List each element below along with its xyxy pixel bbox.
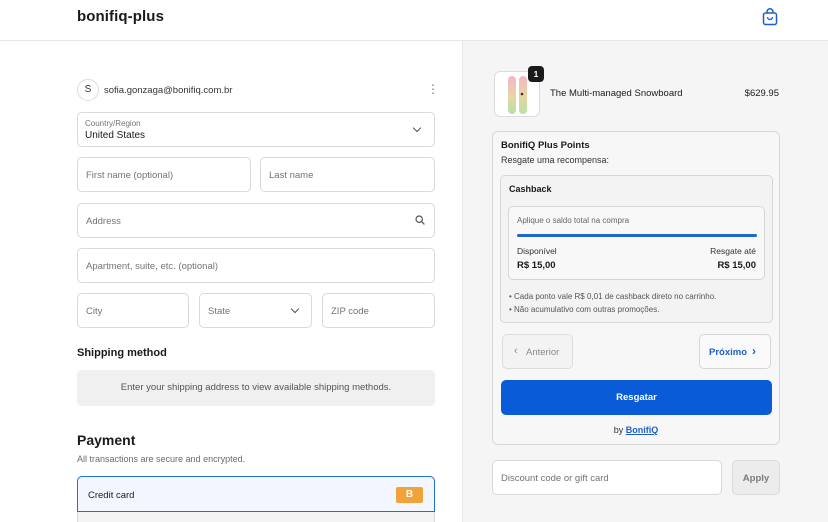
- state-select[interactable]: State: [199, 293, 312, 328]
- cashback-hint: Aplique o saldo total na compra: [517, 216, 630, 225]
- chevron-down-icon: [412, 123, 422, 133]
- country-value: United States: [85, 130, 146, 141]
- cashback-progress[interactable]: [517, 234, 757, 237]
- next-button[interactable]: Próximo ›: [699, 334, 771, 369]
- cashback-card: Cashback Aplique o saldo total na compra…: [500, 175, 773, 323]
- apartment-field[interactable]: Apartment, suite, etc. (optional): [77, 248, 435, 283]
- max-redeem-value: R$ 15,00: [717, 260, 756, 271]
- next-label: Próximo: [709, 347, 748, 358]
- shopping-bag-icon[interactable]: [762, 8, 778, 26]
- first-name-field[interactable]: First name (optional): [77, 157, 251, 192]
- points-subtitle: Resgate uma recompensa:: [501, 155, 610, 165]
- country-select[interactable]: Country/Region United States: [77, 112, 435, 147]
- discount-placeholder: Discount code or gift card: [501, 473, 609, 484]
- address-placeholder: Address: [86, 216, 121, 227]
- zip-field[interactable]: ZIP code: [322, 293, 435, 328]
- account-row: S sofia.gonzaga@bonifiq.com.br ⋮: [77, 79, 439, 103]
- store-brand[interactable]: bonifiq-plus: [77, 8, 164, 25]
- shipping-method-title: Shipping method: [77, 347, 167, 359]
- redeem-button[interactable]: Resgatar: [501, 380, 772, 415]
- avatar: S: [77, 79, 99, 101]
- last-name-placeholder: Last name: [269, 170, 314, 181]
- powered-by: by BonifiQ: [493, 425, 779, 435]
- city-placeholder: City: [86, 306, 103, 317]
- country-label: Country/Region: [85, 119, 141, 128]
- last-name-field[interactable]: Last name: [260, 157, 435, 192]
- points-title: BonifiQ Plus Points: [501, 140, 590, 151]
- state-placeholder: State: [208, 306, 231, 317]
- city-field[interactable]: City: [77, 293, 189, 328]
- credit-card-option[interactable]: Credit card B: [77, 476, 435, 512]
- product-name: The Multi-managed Snowboard: [550, 88, 683, 99]
- top-header: bonifiq-plus: [0, 0, 828, 41]
- search-icon: [415, 215, 425, 225]
- available-value: R$ 15,00: [517, 260, 556, 271]
- cashback-slider[interactable]: Aplique o saldo total na compra Disponív…: [508, 206, 765, 280]
- bonifiq-link[interactable]: BonifiQ: [626, 425, 659, 435]
- payment-subtitle: All transactions are secure and encrypte…: [77, 454, 246, 464]
- kebab-menu-icon[interactable]: ⋮: [427, 83, 439, 95]
- cashback-title: Cashback: [509, 184, 552, 194]
- cashback-note-1: • Cada ponto vale R$ 0,01 de cashback di…: [509, 292, 717, 301]
- quantity-badge: 1: [528, 66, 544, 82]
- apply-button[interactable]: Apply: [732, 460, 780, 495]
- account-email: sofia.gonzaga@bonifiq.com.br: [104, 85, 233, 96]
- chevron-right-icon: ›: [752, 344, 756, 358]
- discount-code-input[interactable]: Discount code or gift card: [492, 460, 722, 495]
- address-field[interactable]: Address: [77, 203, 435, 238]
- chevron-left-icon: ‹: [514, 345, 518, 357]
- payment-title: Payment: [77, 432, 136, 448]
- card-brand-badge: B: [396, 487, 423, 503]
- credit-card-details: [77, 512, 435, 522]
- first-name-placeholder: First name (optional): [86, 170, 174, 181]
- points-widget: BonifiQ Plus Points Resgate uma recompen…: [492, 131, 780, 445]
- cashback-progress-fill: [517, 234, 757, 237]
- apartment-placeholder: Apartment, suite, etc. (optional): [86, 261, 219, 272]
- powered-by-prefix: by: [613, 425, 624, 435]
- available-label: Disponível: [517, 246, 557, 256]
- max-redeem-label: Resgate até: [710, 246, 756, 256]
- credit-card-label: Credit card: [88, 490, 135, 501]
- previous-label: Anterior: [526, 347, 560, 358]
- shipping-note: Enter your shipping address to view avai…: [77, 370, 435, 406]
- chevron-down-icon: [290, 304, 300, 314]
- zip-placeholder: ZIP code: [331, 306, 369, 317]
- cashback-note-2: • Não acumulativo com outras promoções.: [509, 305, 660, 314]
- product-price: $629.95: [744, 88, 779, 99]
- previous-button[interactable]: ‹ Anterior: [502, 334, 573, 369]
